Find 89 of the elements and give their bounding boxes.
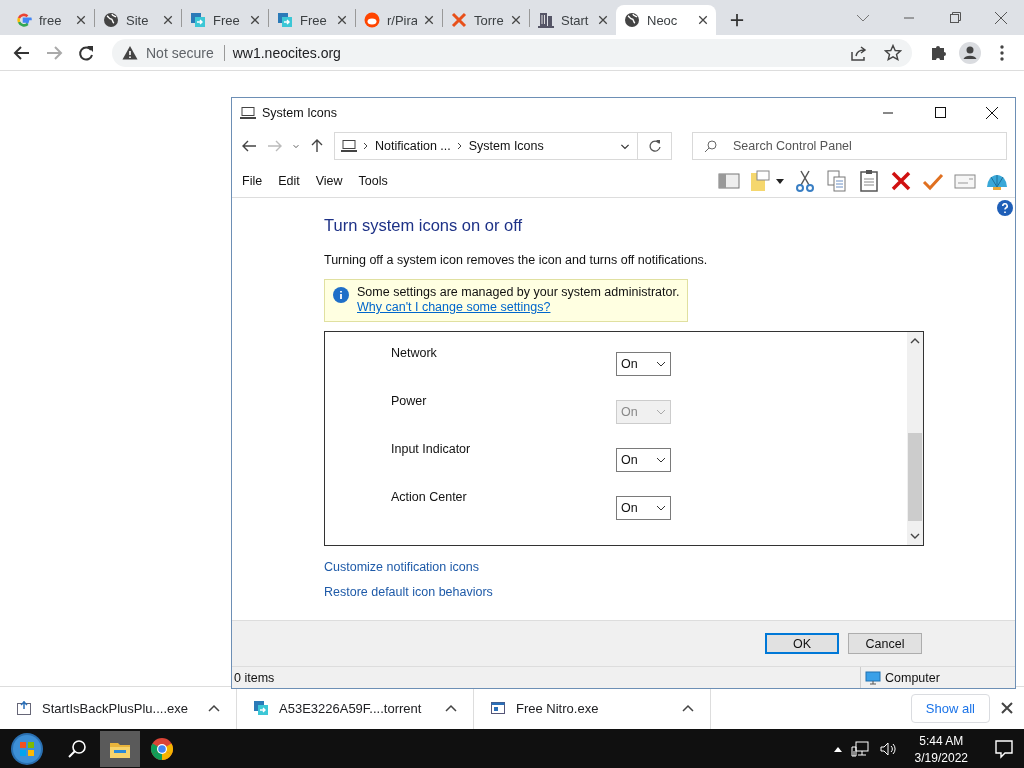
scroll-up-icon[interactable] [910, 336, 920, 346]
new-tab-icon[interactable] [730, 13, 744, 27]
state-dropdown[interactable]: On [616, 496, 671, 520]
close-icon[interactable] [698, 15, 708, 25]
state-dropdown[interactable]: On [616, 352, 671, 376]
globe-icon [624, 12, 640, 28]
close-icon[interactable] [337, 15, 347, 25]
browser-tab[interactable]: Site [95, 5, 181, 35]
settings-link[interactable]: Customize notification icons [324, 560, 479, 574]
url-text: ww1.neocites.org [232, 44, 341, 61]
back-icon[interactable] [240, 139, 258, 153]
cross-icon [451, 12, 467, 28]
network-icon[interactable] [850, 741, 871, 757]
caret-icon[interactable] [682, 704, 694, 712]
profile-icon[interactable] [956, 40, 984, 65]
menu-item[interactable]: File [234, 171, 271, 190]
computer-icon [341, 139, 357, 153]
chevron-icon [456, 142, 463, 150]
monitor-icon [865, 670, 881, 685]
caret-icon [656, 407, 666, 417]
google-icon [16, 12, 32, 28]
computer-icon [240, 106, 256, 120]
address-bar[interactable]: Notification ... System Icons [334, 132, 638, 160]
help-icon[interactable] [997, 200, 1013, 216]
refresh-icon[interactable] [647, 139, 662, 153]
browser-tab[interactable]: Neoc [616, 5, 716, 35]
breadcrumb-item[interactable]: System Icons [468, 139, 544, 153]
scroll-down-icon[interactable] [910, 531, 920, 541]
nitro-icon [253, 700, 269, 716]
explorer-taskbar-button[interactable] [100, 731, 140, 767]
notice-text: Some settings are managed by your system administrator. [357, 285, 680, 299]
close-icon[interactable] [424, 15, 434, 25]
dialog-button[interactable]: OK [765, 633, 839, 654]
close-icon[interactable] [250, 15, 260, 25]
clock-date: 3/19/2022 [914, 750, 968, 765]
reddit-icon [364, 12, 380, 28]
close-icon[interactable] [76, 15, 86, 25]
nitro-icon [190, 12, 206, 28]
clipboard-icon[interactable] [857, 168, 881, 193]
warning-icon [122, 44, 138, 61]
help-link[interactable]: Why can't I change some settings? [357, 300, 680, 314]
state-dropdown[interactable]: On [616, 448, 671, 472]
caret-icon[interactable] [832, 745, 843, 753]
security-label: Not secure [146, 44, 225, 61]
setting-label: Power [391, 394, 428, 410]
globe-icon [103, 12, 119, 28]
page-heading: Turn system icons on or off [324, 216, 523, 235]
chevron-icon [363, 142, 369, 150]
window-icon [490, 700, 506, 716]
close-icon[interactable] [511, 15, 521, 25]
browser-tab[interactable]: Start [530, 5, 616, 35]
caret-icon[interactable] [208, 704, 220, 712]
description-text: Turning off a system icon removes the icon and turns off notifications. [324, 253, 708, 267]
star-icon[interactable] [884, 43, 902, 62]
setting-label: Network [391, 346, 438, 362]
building-icon [538, 12, 554, 28]
menu-item[interactable]: Edit [270, 171, 308, 190]
caret-icon [656, 359, 666, 369]
menu-item[interactable]: View [307, 171, 351, 190]
setting-label: Input Indicator [391, 442, 472, 458]
item-count: 0 items [234, 670, 275, 685]
info-icon [333, 287, 349, 303]
menu-item[interactable]: Tools [350, 171, 396, 190]
close-icon[interactable] [163, 15, 173, 25]
scissors-icon[interactable] [793, 168, 817, 193]
clock-time: 5:44 AM [919, 733, 964, 748]
scrollbar[interactable] [907, 332, 923, 545]
browser-tab[interactable]: Torre [443, 5, 529, 35]
window-title: System Icons [262, 106, 339, 120]
search-field[interactable]: Search Control Panel [692, 132, 1007, 160]
browser-tab[interactable]: Free [269, 5, 355, 35]
settings-link[interactable]: Restore default icon behaviors [324, 585, 493, 599]
dialog-button[interactable]: Cancel [848, 633, 922, 654]
caret-icon [656, 455, 666, 465]
location-label: Computer [885, 670, 940, 685]
show-all-button[interactable]: Show all [910, 693, 990, 723]
browser-tab[interactable]: free [8, 5, 94, 35]
share-icon[interactable] [850, 43, 868, 62]
installer-icon [16, 700, 32, 716]
close-icon[interactable] [598, 15, 608, 25]
chrome-icon [150, 737, 174, 761]
volume-icon[interactable] [878, 741, 899, 757]
breadcrumb-item[interactable]: Notification ... [375, 139, 451, 153]
browser-tab[interactable]: Free [182, 5, 268, 35]
caret-icon [656, 503, 666, 513]
setting-label: Action Center [391, 490, 468, 506]
address-bar[interactable]: Not secure ww1.neocites.org [112, 38, 912, 67]
nitro-icon [277, 12, 293, 28]
caret-icon[interactable] [445, 704, 457, 712]
